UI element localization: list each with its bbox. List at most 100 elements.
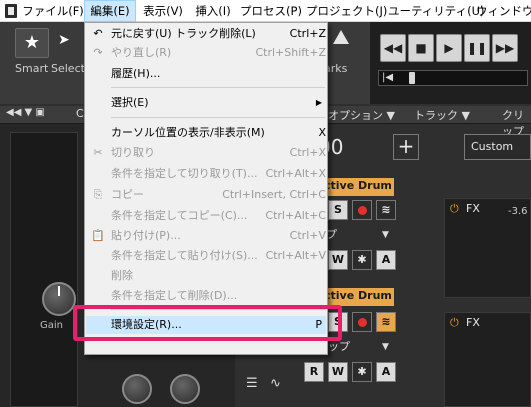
menu-item-select[interactable]: 選択(E) ▶ xyxy=(86,94,326,112)
menu-window[interactable]: ウィンドウ(W xyxy=(476,0,531,22)
menu-item-history[interactable]: 履歴(H)... xyxy=(86,65,326,83)
options-menu[interactable]: オプション ▼ xyxy=(328,107,395,123)
track-1-automation-button[interactable]: A xyxy=(376,250,396,270)
envelope-icon[interactable]: ∿ xyxy=(270,376,281,391)
menu-item-cut[interactable]: ✂ 切り取り Ctrl+X xyxy=(86,144,326,162)
transport-panel: ◀◀ ■ ▶ ❚❚ ▶▶ |◀ xyxy=(370,22,531,104)
menu-item-redo[interactable]: ↷ やり直し(R) Ctrl+Shift+Z xyxy=(86,44,326,62)
chevron-down-icon: ▼ xyxy=(382,230,389,240)
menu-item-label: 条件を指定して削除(D)... xyxy=(111,289,238,302)
menu-item-shortcut: Ctrl+Z xyxy=(289,27,326,40)
menu-item-shortcut: Ctrl+V xyxy=(289,229,326,242)
app-icon xyxy=(5,4,17,18)
forward-button[interactable]: ▶▶ xyxy=(492,34,518,62)
smart-tool-label: Smart xyxy=(15,62,49,75)
menu-item-label: カーソル位置の表示/非表示(M) xyxy=(111,126,265,139)
menu-item-label: 削除 xyxy=(111,269,133,282)
track-1-name[interactable]: ctive Drum xyxy=(322,178,394,196)
menu-file[interactable]: ファイル(F) xyxy=(22,0,84,22)
equalizer-icon[interactable]: ☰ xyxy=(246,376,258,391)
smart-tool-button[interactable]: ★ xyxy=(15,28,49,58)
custom-preset-select[interactable]: Custom xyxy=(464,134,531,160)
menu-item-shortcut: Ctrl+Alt+C xyxy=(265,209,326,222)
star-icon: ★ xyxy=(23,32,41,53)
copy-icon: ⎘ xyxy=(93,188,103,201)
menu-item-shortcut: Ctrl+Alt+V xyxy=(265,249,326,262)
timeline-handle[interactable] xyxy=(409,72,415,84)
submenu-arrow-icon: ▶ xyxy=(315,98,322,107)
menubar: ファイル(F) 編集(E) 表示(V) 挿入(I) プロセス(P) プロジェクト… xyxy=(0,0,531,22)
power-icon[interactable]: ⏻ xyxy=(450,316,459,330)
menu-item-label: 切り取り xyxy=(111,146,155,159)
menu-project[interactable]: プロジェクト(J) xyxy=(306,0,387,22)
track-menu[interactable]: トラック ▼ xyxy=(414,107,470,123)
select-cursor-icon[interactable]: ➤ xyxy=(58,32,70,48)
menu-item-label: やり直し(R) xyxy=(111,46,172,59)
menu-item-toggle-cursor[interactable]: カーソル位置の表示/非表示(M) X xyxy=(86,124,326,142)
stop-button[interactable]: ■ xyxy=(408,34,434,62)
track-2-fx-label[interactable]: FX xyxy=(466,316,480,329)
rewind-button[interactable]: ◀◀ xyxy=(380,34,406,62)
menu-separator xyxy=(111,87,325,88)
menu-process[interactable]: プロセス(P) xyxy=(238,0,304,22)
track-2-star-button[interactable]: ✱ xyxy=(352,362,372,382)
menu-item-copy-special[interactable]: 条件を指定してコピー(C)... Ctrl+Alt+C xyxy=(86,207,326,225)
menu-insert[interactable]: 挿入(I) xyxy=(190,0,236,22)
menu-item-cut-special[interactable]: 条件を指定して切り取り(T)... Ctrl+Alt+X xyxy=(86,165,326,183)
menu-utility[interactable]: ユーティリティ(U) xyxy=(388,0,485,22)
menu-item-copy[interactable]: ⎘ コピー Ctrl+Insert, Ctrl+C xyxy=(86,186,326,204)
power-icon[interactable]: ⏻ xyxy=(450,202,459,216)
menu-item-shortcut: Ctrl+Insert, Ctrl+C xyxy=(222,188,326,201)
menu-edit[interactable]: 編集(E) xyxy=(84,0,136,22)
menu-item-label: コピー xyxy=(111,188,144,201)
menu-item-label: 元に戻す(U) トラック削除(L) xyxy=(111,27,256,40)
track-2-record-button[interactable] xyxy=(352,312,372,332)
menu-item-shortcut: Ctrl+Shift+Z xyxy=(255,46,326,59)
track-2-input-echo-icon[interactable]: ≋ xyxy=(376,312,396,332)
menu-item-shortcut: X xyxy=(318,126,326,139)
menu-item-label: 貼り付け(P)... xyxy=(111,229,181,242)
track-1-star-button[interactable]: ✱ xyxy=(352,250,372,270)
scissors-icon: ✂ xyxy=(93,146,103,159)
track-2-read-button[interactable]: R xyxy=(304,362,324,382)
menu-item-label: 選択(E) xyxy=(111,96,149,109)
pause-button[interactable]: ❚❚ xyxy=(464,34,490,62)
select-tool-label: Select xyxy=(51,62,85,75)
menu-item-paste-special[interactable]: 条件を指定して貼り付け(S)... Ctrl+Alt+V xyxy=(86,247,326,265)
track-1-level: -3.6 xyxy=(508,206,528,217)
timeline-scrubber[interactable]: |◀ xyxy=(378,70,528,86)
menu-item-delete[interactable]: 削除 xyxy=(86,267,326,285)
menu-item-paste[interactable]: 📋 貼り付け(P)... Ctrl+V xyxy=(86,227,326,245)
menu-item-undo[interactable]: ↶ 元に戻す(U) トラック削除(L) Ctrl+Z xyxy=(86,25,326,43)
menu-item-shortcut: Ctrl+X xyxy=(289,146,326,159)
track-2-name[interactable]: ctive Drum xyxy=(322,288,394,306)
add-track-button[interactable]: + xyxy=(393,134,419,160)
track-2-automation-button[interactable]: A xyxy=(376,362,396,382)
knob-2[interactable] xyxy=(170,374,200,404)
redo-icon: ↷ xyxy=(93,46,103,59)
menu-item-label: 条件を指定して貼り付け(S)... xyxy=(111,249,258,262)
menu-item-label: 履歴(H)... xyxy=(111,67,161,80)
track-1-write-button[interactable]: W xyxy=(328,250,348,270)
play-button[interactable]: ▶ xyxy=(436,34,462,62)
go-to-start-icon[interactable]: |◀ xyxy=(382,71,393,85)
menu-view[interactable]: 表示(V) xyxy=(138,0,188,22)
menu-item-label: 条件を指定して切り取り(T)... xyxy=(111,167,258,180)
track-1-record-button[interactable] xyxy=(352,200,372,220)
marks-icon[interactable] xyxy=(333,30,349,44)
track-1-fx-label[interactable]: FX xyxy=(466,202,480,215)
chevron-down-icon: ▼ xyxy=(382,342,389,352)
knob-1[interactable] xyxy=(122,374,152,404)
menu-item-delete-special[interactable]: 条件を指定して削除(D)... xyxy=(86,287,326,305)
gain-knob[interactable] xyxy=(42,282,76,316)
track-1-input-echo-icon[interactable]: ≋ xyxy=(376,200,396,220)
inspector-header-controls[interactable]: ◀◀ ▼ ▣ xyxy=(6,107,45,118)
track-1-solo-button[interactable]: S xyxy=(328,200,348,220)
clipboard-icon: 📋 xyxy=(91,229,105,242)
gain-label: Gain xyxy=(40,320,63,331)
track-2-write-button[interactable]: W xyxy=(328,362,348,382)
menu-item-shortcut: Ctrl+Alt+X xyxy=(265,167,326,180)
menu-separator xyxy=(111,117,325,118)
tool-strip: ★ ➤ Smart Select xyxy=(0,22,90,104)
track-view-toolbar: オプション ▼ トラック ▼ クリップ xyxy=(318,106,531,138)
